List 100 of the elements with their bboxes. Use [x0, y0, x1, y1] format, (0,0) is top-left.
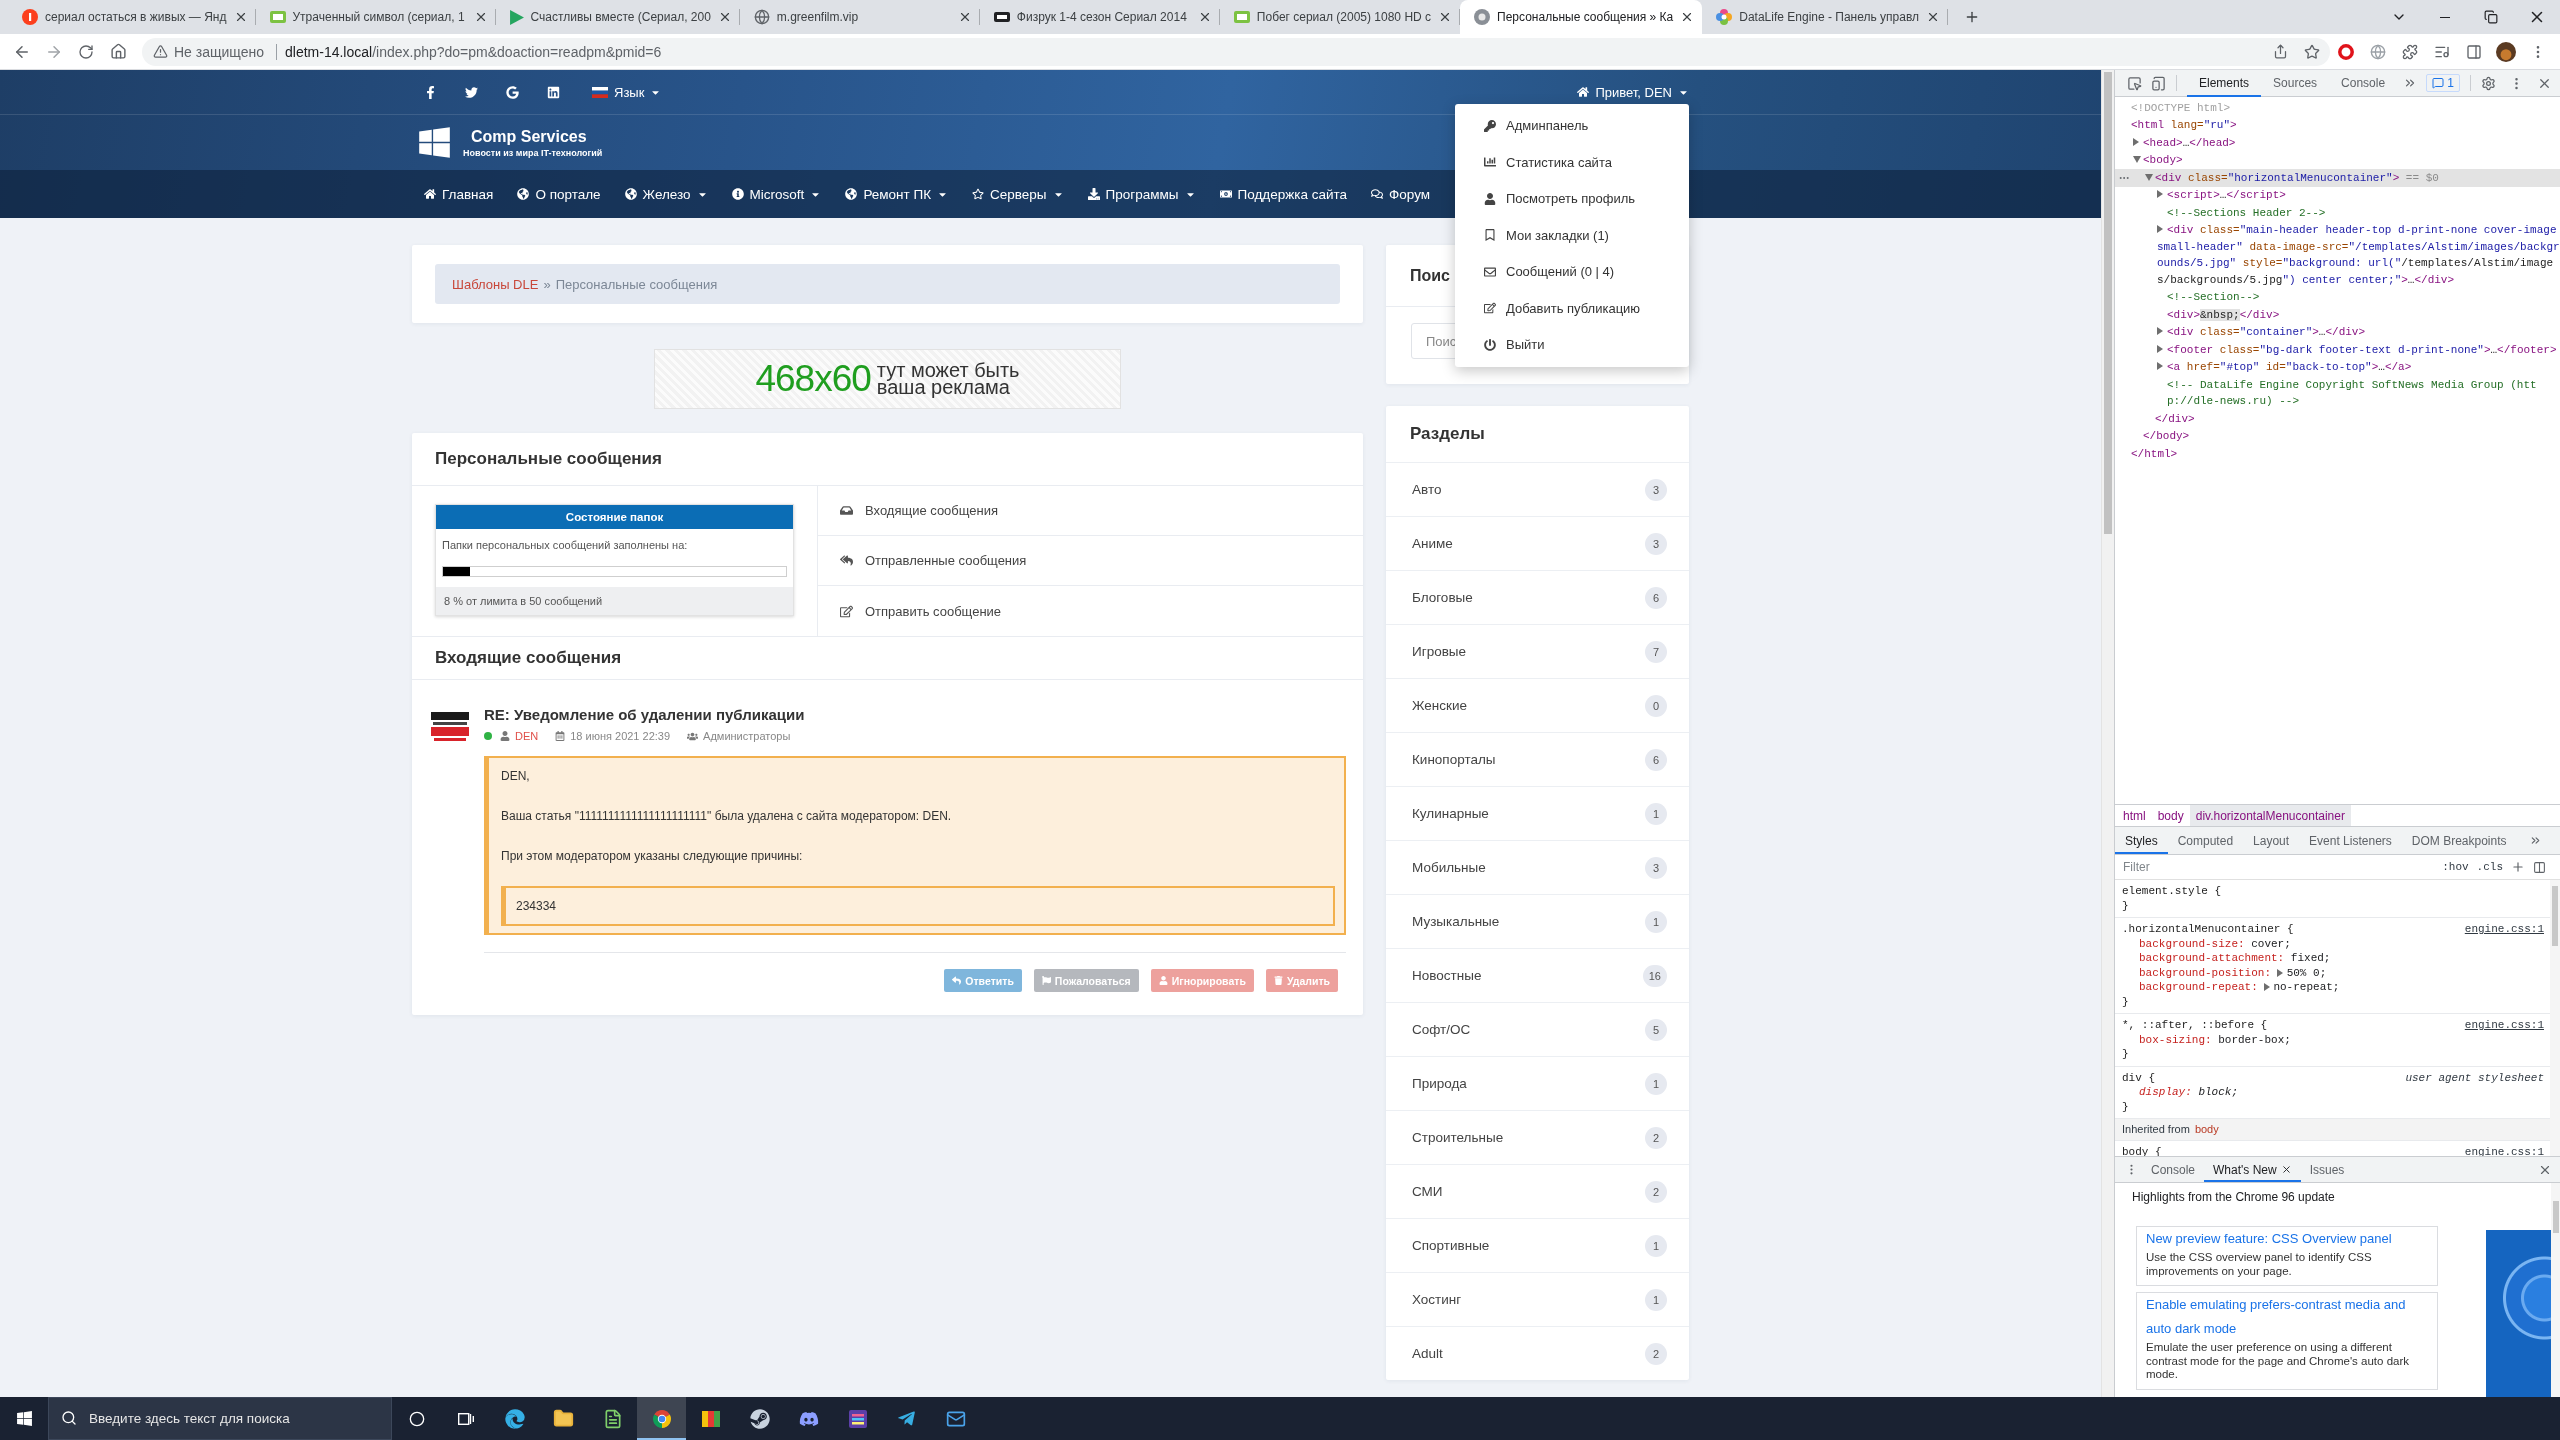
expanded-triangle-icon[interactable]: [2133, 156, 2141, 163]
browser-tab[interactable]: Физрук 1-4 сезон Сериал 2014: [979, 0, 1220, 34]
dom-node[interactable]: <html lang="ru">: [2131, 116, 2237, 134]
issues-button[interactable]: 1: [2426, 74, 2460, 92]
author-link[interactable]: DEN: [515, 730, 539, 742]
message-subject[interactable]: RE: Уведомление об удалении публикации: [484, 706, 805, 724]
devtools-tab[interactable]: Elements: [2187, 70, 2262, 97]
collapsed-triangle-icon[interactable]: [2157, 225, 2163, 233]
menu-item[interactable]: Добавить публикацию: [1455, 290, 1689, 327]
nav-link[interactable]: Серверы: [972, 186, 1064, 202]
category-link[interactable]: Спортивные: [1412, 1238, 1490, 1253]
collapsed-triangle-icon[interactable]: [2157, 344, 2163, 353]
dom-node[interactable]: <body>: [2133, 151, 2183, 169]
nav-link[interactable]: Форум: [1371, 186, 1431, 202]
drawer-tab[interactable]: What's New: [2204, 1157, 2301, 1182]
user-menu-button[interactable]: Привет, DEN: [1577, 84, 1689, 100]
expanded-triangle-icon[interactable]: [2145, 173, 2153, 181]
sidebar-toggle-icon[interactable]: [2533, 860, 2546, 874]
category-link[interactable]: Новостные: [1412, 968, 1482, 983]
devtools-tab[interactable]: Console: [2329, 70, 2398, 97]
category-link[interactable]: Кулинарные: [1412, 806, 1489, 821]
folder-link[interactable]: Отправить сообщение: [818, 586, 1363, 636]
dom-breadcrumb[interactable]: html: [2117, 805, 2152, 826]
nav-link[interactable]: Microsoft: [731, 186, 822, 202]
dom-node[interactable]: <!--Section-->: [2167, 288, 2260, 306]
category-link[interactable]: Мобильные: [1412, 860, 1486, 875]
bookmark-star-icon[interactable]: [2304, 43, 2320, 60]
category-link[interactable]: Музыкальные: [1412, 914, 1500, 929]
category-link[interactable]: Софт/ОС: [1412, 1022, 1471, 1037]
collapsed-triangle-icon[interactable]: [2277, 968, 2284, 977]
dom-node[interactable]: <a href="#top" id="back-to-top">…</a>: [2157, 358, 2412, 376]
dom-node[interactable]: <!-- DataLife Engine Copyright SoftNews Media Group (http://dle-news.ru) -->: [2167, 376, 2560, 410]
twitter-icon[interactable]: [464, 85, 478, 99]
source-link[interactable]: engine.css:1: [2464, 922, 2544, 937]
browser-tab[interactable]: DataLife Engine - Панель управл: [1702, 0, 1949, 34]
menu-item[interactable]: Посмотреть профиль: [1455, 180, 1689, 217]
collapsed-triangle-icon[interactable]: [2157, 190, 2163, 198]
dom-node[interactable]: <div class="container">…</div>: [2157, 323, 2366, 341]
category-link[interactable]: Авто: [1412, 482, 1442, 497]
category-link[interactable]: Adult: [1412, 1346, 1443, 1361]
device-toolbar-icon[interactable]: [2151, 75, 2166, 91]
collapsed-triangle-icon[interactable]: [2157, 327, 2163, 335]
scrollbar-thumb[interactable]: [2104, 72, 2112, 534]
browser-tab[interactable]: Утраченный символ (сериал, 1: [255, 0, 496, 34]
scrollbar-thumb[interactable]: [2553, 1201, 2559, 1233]
menu-item[interactable]: Мои закладки (1): [1455, 217, 1689, 254]
news-link[interactable]: New preview feature: CSS Overview panel: [2146, 1227, 2428, 1251]
linkedin-icon[interactable]: [546, 85, 560, 99]
category-link[interactable]: Хостинг: [1412, 1292, 1462, 1307]
settings-icon[interactable]: [2481, 75, 2496, 91]
folder-link[interactable]: Входящие сообщения: [818, 486, 1363, 536]
menu-item[interactable]: Сообщений (0 | 4): [1455, 253, 1689, 290]
scrollbar-thumb[interactable]: [2552, 886, 2558, 946]
share-icon[interactable]: [2273, 44, 2288, 59]
drawer-tab[interactable]: Console: [2142, 1157, 2205, 1182]
category-link[interactable]: СМИ: [1412, 1184, 1443, 1199]
taskbar-app-button[interactable]: [637, 1397, 686, 1440]
collapsed-triangle-icon[interactable]: [2263, 983, 2270, 992]
hover-state-toggle[interactable]: :hov: [2442, 861, 2469, 873]
category-link[interactable]: Кинопорталы: [1412, 752, 1496, 767]
styles-pane-tab[interactable]: Event Listeners: [2299, 827, 2402, 854]
styles-pane-tab[interactable]: DOM Breakpoints: [2401, 827, 2517, 854]
dom-node[interactable]: <footer class="bg-dark footer-text d-print-none">…</footer>: [2157, 341, 2557, 359]
drawer-tab[interactable]: Issues: [2300, 1157, 2354, 1182]
styles-pane-tab[interactable]: Styles: [2115, 827, 2168, 854]
category-link[interactable]: Аниме: [1412, 536, 1453, 551]
browser-tab[interactable]: Счастливы вместе (Сериал, 200: [495, 0, 740, 34]
menu-item[interactable]: Статистика сайта: [1455, 144, 1689, 181]
styles-pane-tab[interactable]: Computed: [2167, 827, 2244, 854]
source-link[interactable]: engine.css:1: [2464, 1018, 2544, 1033]
dom-node[interactable]: <div>&nbsp;</div>: [2167, 306, 2280, 324]
category-link[interactable]: Игровые: [1412, 644, 1467, 659]
breadcrumb-link[interactable]: Шаблоны DLE: [452, 276, 539, 292]
dom-breadcrumb[interactable]: div.horizontalMenucontainer: [2189, 805, 2351, 826]
close-icon[interactable]: [2280, 1164, 2292, 1175]
browser-tab[interactable]: m.greenfilm.vip: [739, 0, 980, 34]
styles-pane-tab[interactable]: Layout: [2243, 827, 2300, 854]
nav-link[interactable]: О портале: [517, 186, 601, 202]
dom-closing-tag[interactable]: </html>: [2131, 445, 2178, 463]
dom-closing-tag[interactable]: </body>: [2143, 427, 2190, 445]
dom-node[interactable]: <!--Sections Header 2-->: [2167, 204, 2326, 222]
nav-link[interactable]: Железо: [624, 186, 708, 202]
inspect-icon[interactable]: [2127, 75, 2142, 91]
google-icon[interactable]: [505, 85, 519, 99]
language-dropdown[interactable]: Язык: [592, 84, 662, 100]
collapsed-triangle-icon[interactable]: [2133, 137, 2139, 146]
collapsed-triangle-icon[interactable]: [2157, 362, 2163, 370]
browser-tab[interactable]: Персональные сообщения » Ка: [1460, 0, 1703, 34]
dom-breadcrumb[interactable]: body: [2151, 805, 2190, 826]
taskbar-search-field[interactable]: Введите здесь текст для поиска: [48, 1397, 392, 1440]
dom-node[interactable]: <div class="horizontalMenucontainer"> == $0: [2115, 169, 2560, 187]
folder-link[interactable]: Отправленные сообщения: [818, 536, 1363, 586]
menu-item[interactable]: Выйти: [1455, 326, 1689, 363]
nav-link[interactable]: Ремонт ПК: [845, 186, 949, 202]
news-link[interactable]: Enable emulating prefers-contrast media and auto dark mode: [2146, 1293, 2428, 1341]
nav-link[interactable]: Главная: [424, 186, 494, 202]
category-link[interactable]: Женские: [1412, 698, 1467, 713]
inherited-element-link[interactable]: body: [2194, 1122, 2219, 1137]
plus-icon[interactable]: [2511, 860, 2525, 874]
category-link[interactable]: Строительные: [1412, 1130, 1504, 1145]
